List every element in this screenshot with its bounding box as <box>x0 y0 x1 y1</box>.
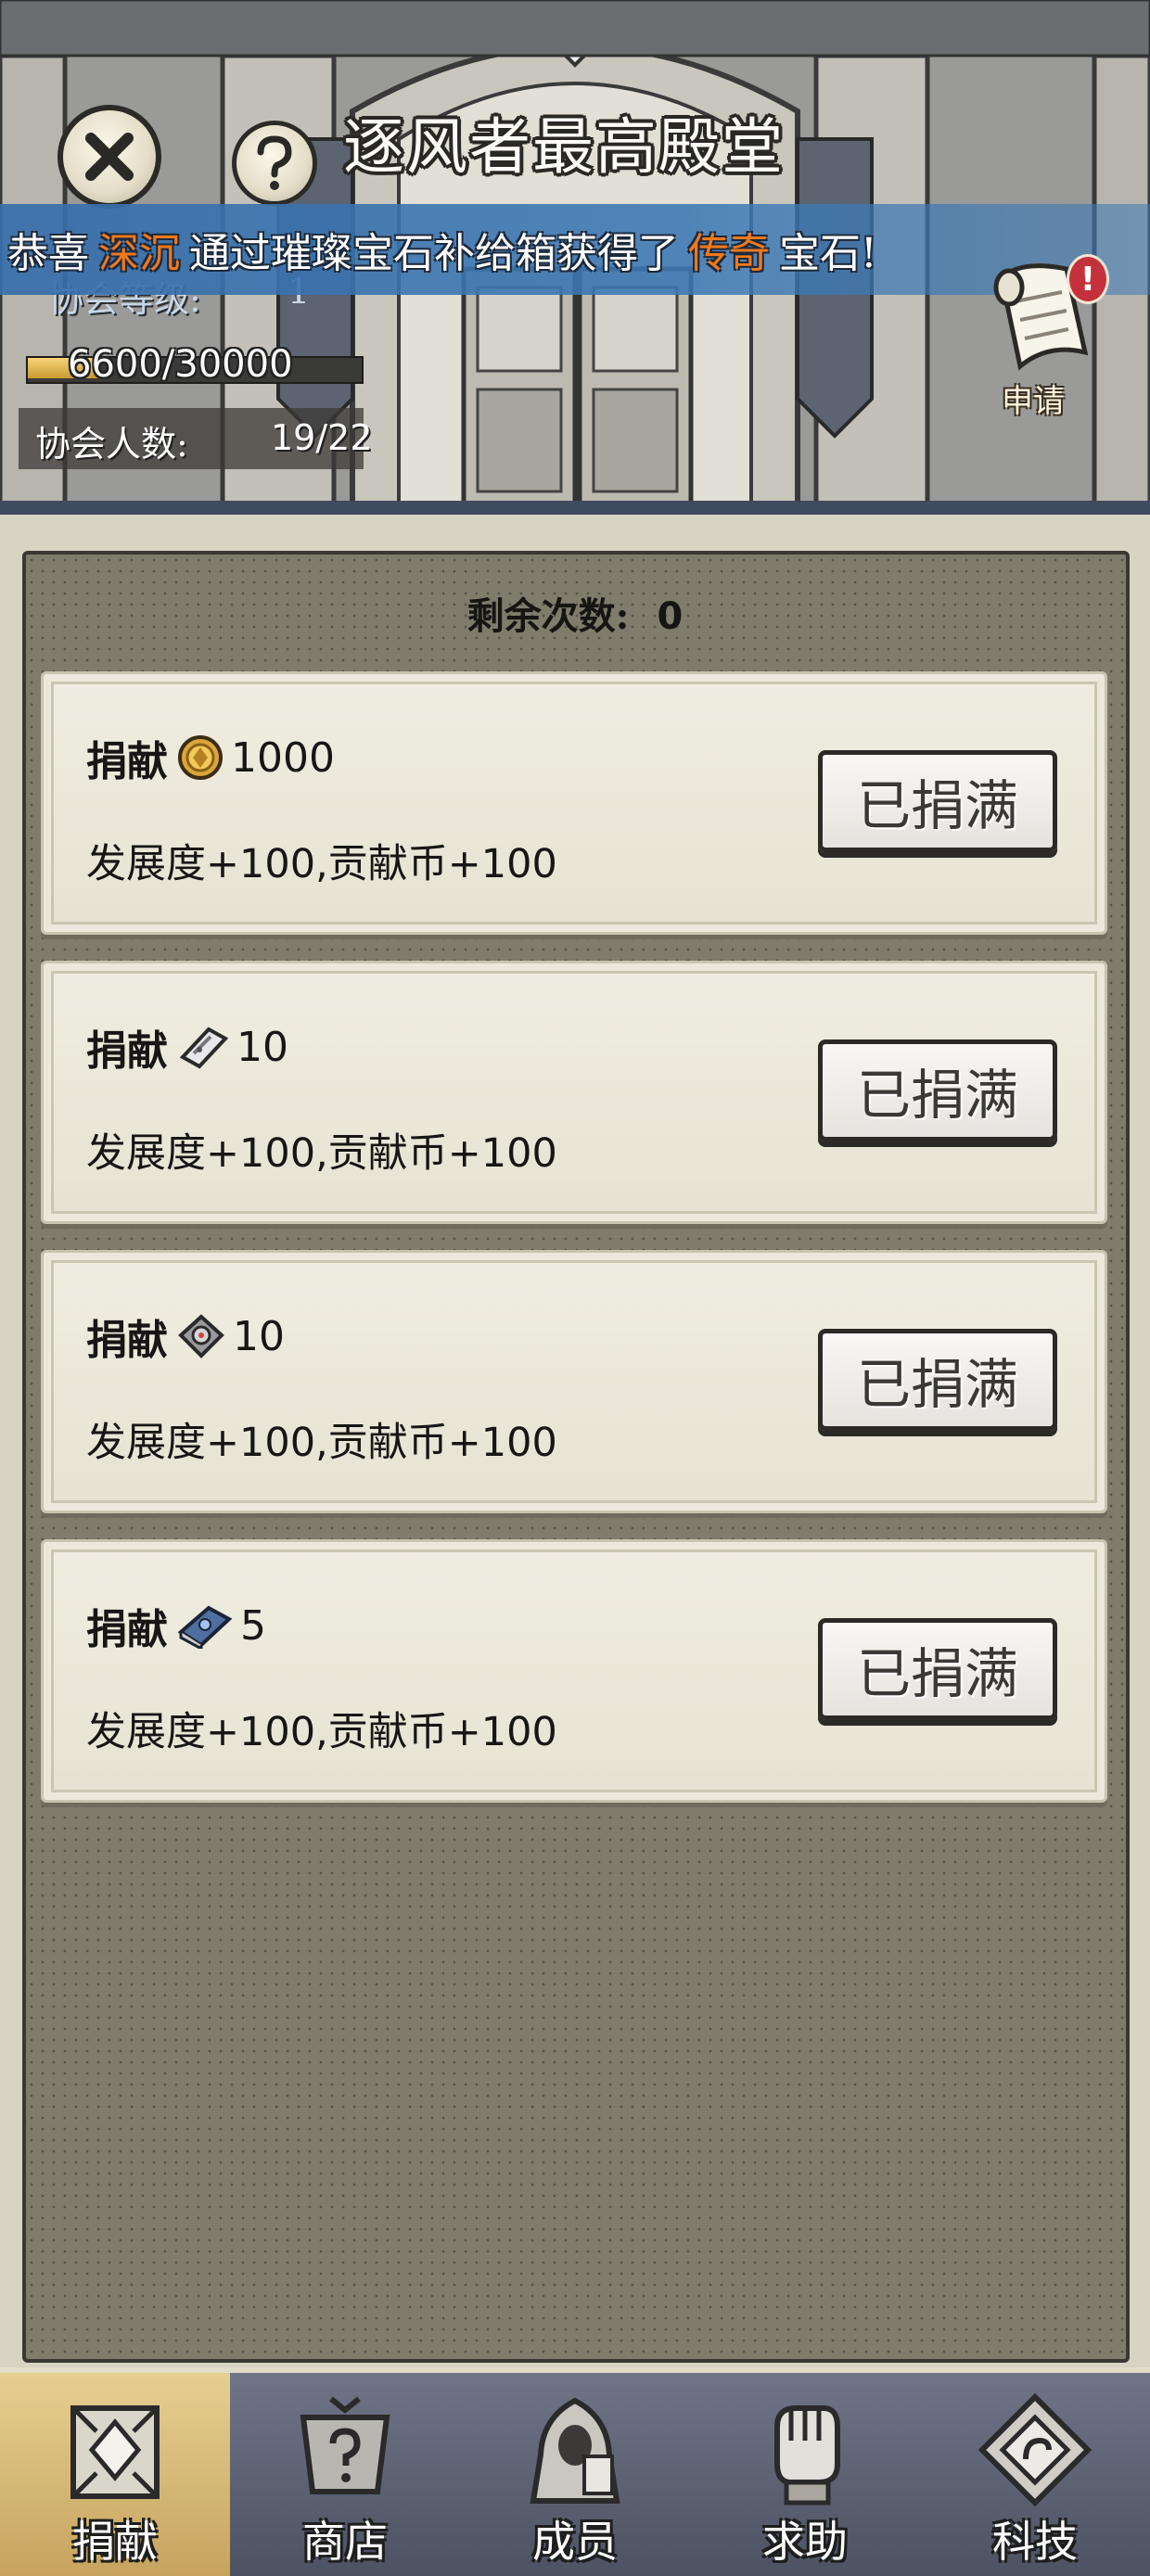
nav-tab-help[interactable]: 求助 <box>690 2373 920 2576</box>
spellbook-icon <box>177 1602 233 1649</box>
remaining-label: 剩余次数: <box>466 594 630 638</box>
nav-label-donate: 捐献 <box>72 2517 158 2567</box>
hooded-figure-icon <box>530 2397 620 2504</box>
donate-action-label: 捐献 <box>86 1027 168 1075</box>
reward-development-value: +100, <box>206 1420 328 1466</box>
raised-fist-icon <box>774 2405 840 2506</box>
donation-card-scroll: 捐献 10 发展度+100,贡献币+100 已捐满 <box>41 961 1107 1224</box>
nav-label-shop: 商店 <box>302 2517 388 2567</box>
donation-card-gear: 捐献 10 发展度+100,贡献币+100 已捐满 <box>41 1250 1107 1513</box>
donation-card-gold: 捐献 1000 发展度+100,贡献币+100 已捐满 <box>41 671 1107 935</box>
donated-full-button[interactable]: 已捐满 <box>818 1329 1057 1431</box>
nav-label-help: 求助 <box>762 2517 848 2567</box>
remaining-value: 0 <box>657 595 684 638</box>
donate-amount: 1000 <box>231 733 335 782</box>
reward-coin-value: +100 <box>447 841 557 887</box>
donate-action-label: 捐献 <box>86 1317 168 1364</box>
xp-text: 6600/30000 <box>68 343 293 386</box>
close-button[interactable] <box>58 105 161 209</box>
donate-action-label: 捐献 <box>86 1606 168 1653</box>
member-count-label: 协会人数: <box>35 424 188 465</box>
reward-coin-value: +100 <box>447 1709 557 1755</box>
donated-full-button[interactable]: 已捐满 <box>818 1618 1057 1720</box>
reward-coin-label: 贡献币 <box>327 1130 448 1177</box>
tech-diamond-icon <box>978 2392 1092 2507</box>
reward-coin-label: 贡献币 <box>327 1709 448 1755</box>
ticker-rarity: 传奇 <box>688 230 770 277</box>
donation-reward: 发展度+100,贡献币+100 <box>86 832 557 889</box>
donate-amount: 10 <box>236 1023 288 1071</box>
gear-stone-icon <box>177 1313 225 1359</box>
reward-development-value: +100, <box>206 1130 328 1177</box>
reward-development-value: +100, <box>206 1709 328 1755</box>
scroll-ticket-icon <box>177 1024 229 1070</box>
donation-reward: 发展度+100,贡献币+100 <box>86 1410 557 1468</box>
guild-hall-header: 逐风者最高殿堂 协会等级: 1 恭喜 深沉 通过璀璨宝石补给箱获得了 传奇 宝石… <box>0 0 1150 515</box>
ticker-middle: 通过璀璨宝石补给箱获得了 <box>189 230 679 277</box>
nav-tab-shop[interactable]: 商店 <box>230 2373 460 2576</box>
shop-sign-icon <box>300 2396 390 2494</box>
hall-title: 逐风者最高殿堂 <box>343 111 785 183</box>
question-icon <box>257 135 292 190</box>
donation-cost: 捐献 5 <box>86 1596 266 1655</box>
reward-development-label: 发展度 <box>86 841 206 887</box>
reward-coin-label: 贡献币 <box>327 841 448 887</box>
apply-notification-badge: ! <box>1067 254 1109 304</box>
announcement-ticker: 恭喜 深沉 通过璀璨宝石补给箱获得了 传奇 宝石! <box>0 204 1150 295</box>
donation-reward: 发展度+100,贡献币+100 <box>86 1121 557 1179</box>
donation-cost: 捐献 10 <box>86 1017 288 1077</box>
donated-full-button[interactable]: 已捐满 <box>818 1039 1057 1141</box>
guild-xp-bar: 6600/30000 <box>26 343 364 391</box>
ticker-prefix: 恭喜 <box>7 230 89 277</box>
donate-box-icon <box>70 2405 160 2499</box>
member-count-value: 19/22 <box>271 417 373 458</box>
reward-development-label: 发展度 <box>86 1420 206 1466</box>
apply-label: 申请 <box>1002 383 1065 420</box>
ticker-suffix: 宝石! <box>779 230 877 277</box>
reward-development-value: +100, <box>206 841 328 887</box>
nav-tab-members[interactable]: 成员 <box>460 2373 690 2576</box>
reward-coin-value: +100 <box>447 1130 557 1177</box>
donation-cost: 捐献 1000 <box>86 728 335 787</box>
reward-coin-value: +100 <box>447 1420 557 1466</box>
nav-label-members: 成员 <box>532 2517 618 2567</box>
ticker-player-name: 深沉 <box>98 230 180 277</box>
reward-development-label: 发展度 <box>86 1709 206 1755</box>
remaining-count: 剩余次数: 0 <box>0 586 1150 640</box>
nav-tab-donate[interactable]: 捐献 <box>0 2373 230 2576</box>
donation-card-book: 捐献 5 发展度+100,贡献币+100 已捐满 <box>41 1539 1107 1803</box>
donate-amount: 5 <box>240 1601 266 1650</box>
bottom-nav: 捐献 商店 成员 求助 科技 <box>0 2367 1150 2576</box>
gold-coin-icon <box>177 734 224 781</box>
close-icon <box>85 133 134 181</box>
reward-coin-label: 贡献币 <box>327 1420 448 1466</box>
donated-full-button[interactable]: 已捐满 <box>818 750 1057 852</box>
donate-amount: 10 <box>233 1312 285 1360</box>
nav-tab-tech[interactable]: 科技 <box>920 2373 1150 2576</box>
donate-action-label: 捐献 <box>86 738 168 785</box>
donation-reward: 发展度+100,贡献币+100 <box>86 1700 557 1757</box>
help-button[interactable] <box>232 121 317 206</box>
donation-cost: 捐献 10 <box>86 1307 285 1366</box>
member-count-panel: 协会人数: 19/22 <box>19 408 373 469</box>
reward-development-label: 发展度 <box>86 1130 206 1177</box>
nav-label-tech: 科技 <box>992 2517 1078 2567</box>
